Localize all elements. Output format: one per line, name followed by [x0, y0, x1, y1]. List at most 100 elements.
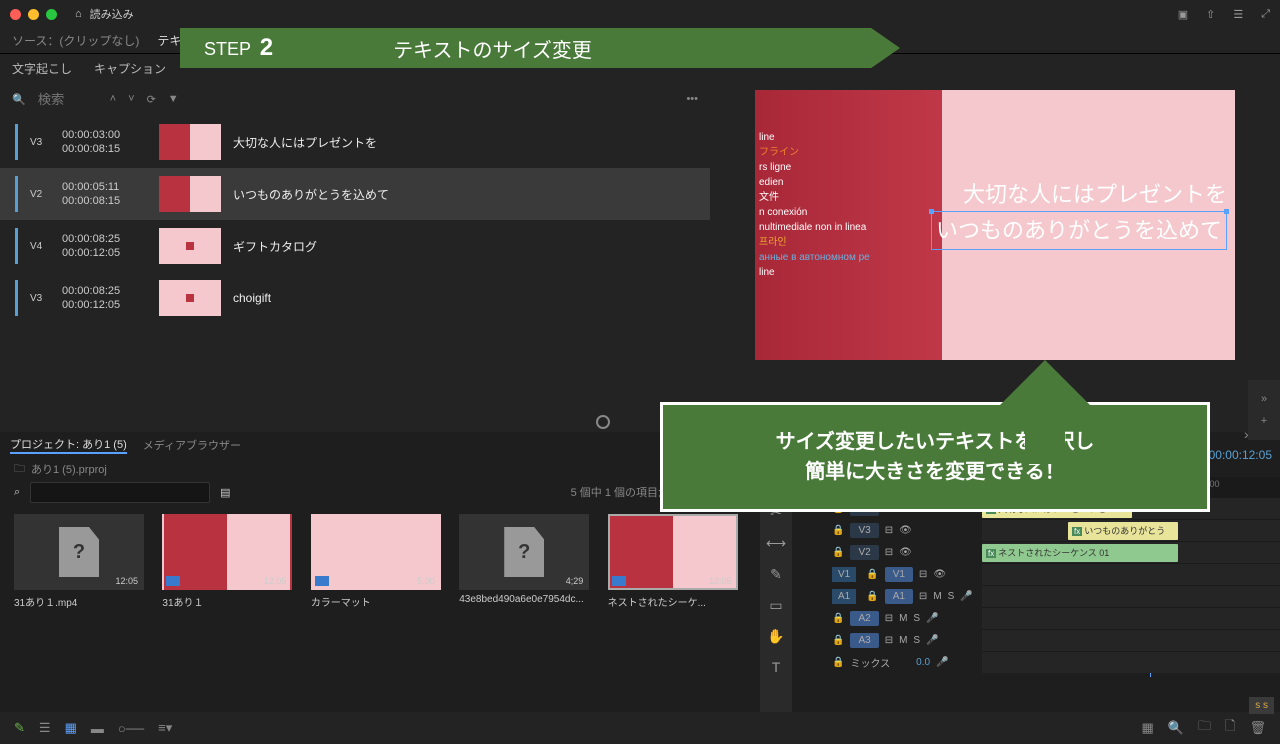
- mic-icon[interactable]: 🎤: [926, 613, 938, 624]
- find-icon[interactable]: 🔍: [1168, 720, 1184, 736]
- text-item[interactable]: V3 00:00:08:2500:00:12:05 choigift: [0, 272, 710, 324]
- freeform-icon[interactable]: ▬: [91, 721, 104, 736]
- toggle-icon[interactable]: ⊟: [885, 525, 893, 536]
- home-icon[interactable]: ⌂: [75, 8, 82, 20]
- mix-value[interactable]: 0.0: [916, 657, 930, 668]
- bin-item[interactable]: ?12:0531あり１.mp4: [14, 514, 152, 702]
- slip-tool-icon[interactable]: ✎: [770, 566, 782, 583]
- text-item[interactable]: V4 00:00:08:2500:00:12:05 ギフトカタログ: [0, 220, 710, 272]
- expand-icon[interactable]: »: [1261, 393, 1267, 405]
- search-input[interactable]: [38, 92, 98, 107]
- bin-item[interactable]: 5:00カラーマット: [311, 514, 449, 702]
- new-item-icon[interactable]: 🗋: [1225, 717, 1235, 739]
- min-dot[interactable]: [28, 9, 39, 20]
- toggle-icon[interactable]: ⊟: [919, 591, 927, 602]
- max-dot[interactable]: [46, 9, 57, 20]
- import-label[interactable]: 読み込み: [90, 6, 134, 22]
- subtab-caption[interactable]: キャプション: [94, 60, 166, 77]
- toggle-icon[interactable]: ⊟: [885, 613, 893, 624]
- track-a2[interactable]: A2: [850, 611, 878, 626]
- eye-icon[interactable]: 👁: [899, 525, 912, 536]
- lock-icon[interactable]: 🔒: [832, 525, 844, 536]
- preview-title-1: 大切な人にはプレゼントを: [931, 178, 1227, 211]
- scrub-bar[interactable]: [0, 412, 710, 432]
- razor-tool-icon[interactable]: ⟷: [766, 535, 786, 552]
- layout-icon[interactable]: ▣: [1178, 8, 1188, 21]
- tab-media-browser[interactable]: メディアブラウザー: [143, 437, 241, 453]
- src-v1[interactable]: V1: [832, 567, 856, 582]
- search-icon[interactable]: 🔍: [12, 93, 26, 106]
- callout: サイズ変更したいテキストを選択し 簡単に大きさを変更できる！: [660, 310, 1210, 512]
- window-controls: [10, 9, 57, 20]
- text-panel: 🔍 ˄ ˅ ⟳ ▼ ••• V3 00:00:03:0000:00:08:15 …: [0, 82, 710, 432]
- bin-item[interactable]: ?4;2943e8bed490a6e0e7954dc...: [459, 514, 597, 702]
- new-bin-icon[interactable]: 🗀: [1198, 717, 1211, 739]
- more-icon[interactable]: •••: [686, 93, 698, 105]
- project-bins: ?12:0531あり１.mp4 12:0531あり１ 5:00カラーマット ?4…: [0, 504, 760, 712]
- type-tool-icon[interactable]: T: [772, 659, 781, 675]
- prev-icon[interactable]: ˄: [110, 93, 116, 105]
- selected-text-frame[interactable]: いつものありがとうを込めて: [931, 211, 1227, 250]
- project-file: あり1 (5).prproj: [31, 461, 107, 477]
- bin-item-selected[interactable]: 12:05ネストされたシーケ...: [608, 514, 746, 702]
- bin-item[interactable]: 12:0531あり１: [162, 514, 300, 702]
- close-dot[interactable]: [10, 9, 21, 20]
- pen-tool-icon[interactable]: ▭: [769, 597, 782, 614]
- track-a1[interactable]: A1: [885, 589, 913, 604]
- offline-media-text: lineフライン rs ligneedien 文件n conexión nult…: [759, 130, 870, 280]
- bottom-toolbar: ✎ ☰ ▦ ▬ ○── ≡▾ ▦ 🔍 🗀 🗋 🗑: [0, 712, 1280, 744]
- mic-icon[interactable]: 🎤: [960, 591, 972, 602]
- clip-v3[interactable]: fxいつものありがとう: [1068, 522, 1178, 540]
- mix-label: ミックス: [850, 655, 890, 670]
- filter-icon[interactable]: ▼: [168, 93, 179, 105]
- share-icon[interactable]: ⇧: [1206, 8, 1215, 21]
- mic-icon[interactable]: 🎤: [926, 635, 938, 646]
- next-icon[interactable]: ˅: [128, 93, 134, 105]
- toggle-icon[interactable]: ⊟: [885, 547, 893, 558]
- right-strip: » +: [1248, 380, 1280, 440]
- hand-tool-icon[interactable]: ✋: [767, 628, 784, 645]
- program-timecode: 00:00:12:05: [1209, 448, 1272, 462]
- track-a3[interactable]: A3: [850, 633, 878, 648]
- folder-icon: 🗀: [14, 460, 25, 479]
- arrow-up-icon: [995, 310, 1095, 410]
- sort-icon[interactable]: ≡▾: [158, 720, 172, 736]
- eye-icon[interactable]: 👁: [899, 547, 912, 558]
- subtab-transcribe[interactable]: 文字起こし: [12, 60, 72, 77]
- mic-icon[interactable]: 🎤: [936, 657, 948, 668]
- track-v3[interactable]: V3: [850, 523, 878, 538]
- auto-icon[interactable]: ▦: [1142, 720, 1154, 736]
- pen-icon[interactable]: ✎: [14, 720, 25, 736]
- project-search[interactable]: [30, 482, 210, 503]
- fullscreen-icon[interactable]: ⤢: [1261, 8, 1270, 21]
- text-item-selected[interactable]: V2 00:00:05:1100:00:08:15 いつものありがとうを込めて: [0, 168, 710, 220]
- bin-icon[interactable]: ▤: [220, 486, 230, 499]
- search-icon: ⌕: [14, 486, 20, 499]
- menu-icon[interactable]: ☰: [1233, 8, 1243, 21]
- track-v2[interactable]: V2: [850, 545, 878, 560]
- tab-project[interactable]: プロジェクト: あり1 (5): [10, 436, 127, 454]
- ss-badge: s s: [1249, 697, 1274, 714]
- add-icon[interactable]: +: [1261, 415, 1267, 427]
- toggle-icon[interactable]: ⊟: [885, 635, 893, 646]
- toggle-icon[interactable]: ⊟: [919, 569, 927, 580]
- grid-icon[interactable]: ▦: [65, 720, 77, 736]
- lock-icon[interactable]: 🔒: [866, 591, 878, 602]
- eye-icon[interactable]: 👁: [933, 569, 946, 580]
- zoom-slider[interactable]: ○──: [118, 721, 144, 736]
- lock-icon[interactable]: 🔒: [832, 613, 844, 624]
- lock-icon[interactable]: 🔒: [832, 547, 844, 558]
- refresh-icon[interactable]: ⟳: [147, 93, 156, 106]
- list-icon[interactable]: ☰: [39, 720, 51, 736]
- titlebar: ⌂ 読み込み ▣ ⇧ ☰ ⤢: [0, 0, 1280, 28]
- lock-icon[interactable]: 🔒: [832, 635, 844, 646]
- src-a1[interactable]: A1: [832, 589, 856, 604]
- tab-source[interactable]: ソース：(クリップなし): [12, 32, 139, 49]
- track-v1[interactable]: V1: [885, 567, 913, 582]
- step-banner: STEP 2 テキストのサイズ変更: [180, 28, 900, 68]
- clip-nest[interactable]: fxネストされたシーケンス 01: [982, 544, 1178, 562]
- lock-icon[interactable]: 🔒: [866, 569, 878, 580]
- text-item[interactable]: V3 00:00:03:0000:00:08:15 大切な人にはプレゼントを: [0, 116, 710, 168]
- lock-icon[interactable]: 🔒: [832, 657, 844, 668]
- trash-icon[interactable]: 🗑: [1249, 720, 1266, 736]
